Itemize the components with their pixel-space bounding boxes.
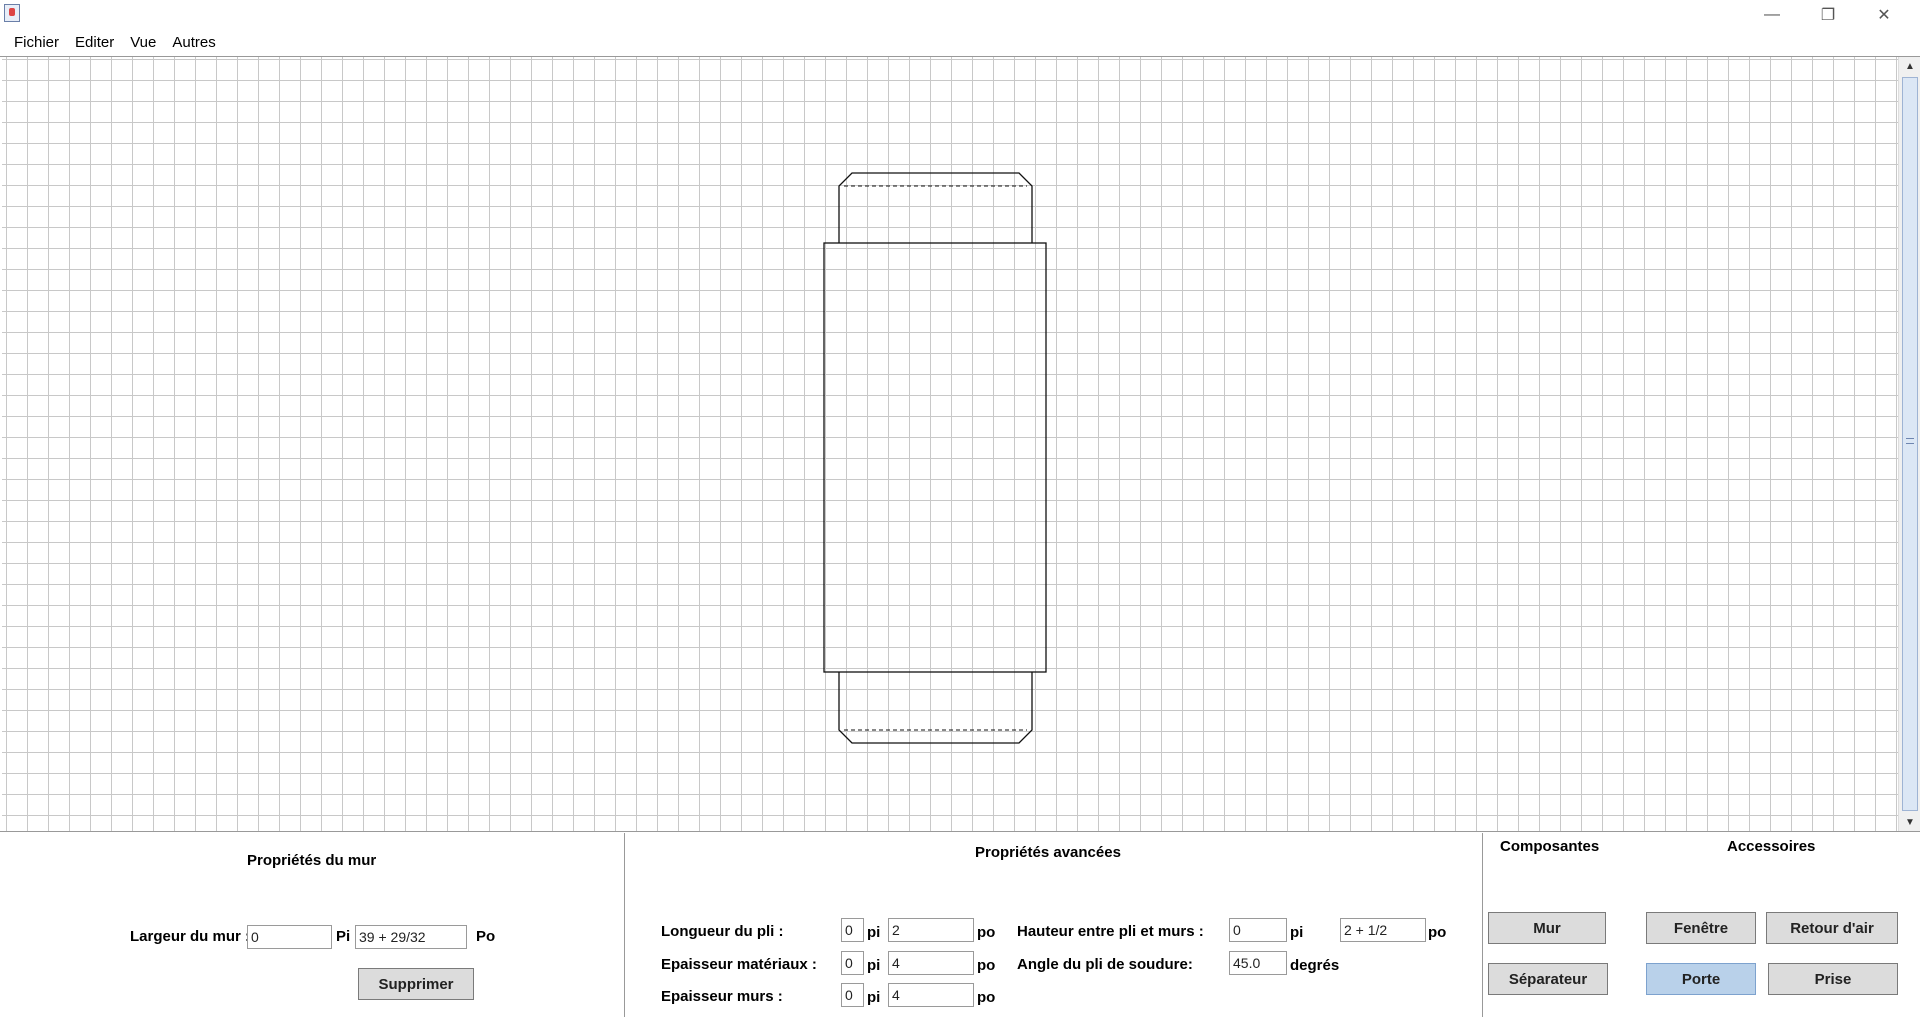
scroll-up-icon[interactable]: ▲ bbox=[1899, 57, 1920, 75]
top-fold-outline bbox=[839, 173, 849, 243]
height-pi-unit: pi bbox=[1290, 924, 1304, 941]
menu-bar: Fichier Editer Vue Autres bbox=[0, 30, 1920, 56]
height-pi-input[interactable] bbox=[1229, 918, 1287, 942]
pli-length-pi-unit: pi bbox=[867, 924, 881, 941]
wall-width-label: Largeur du mur : bbox=[130, 928, 251, 945]
fenetre-button[interactable]: Fenêtre bbox=[1646, 912, 1756, 944]
wall-width-pi-unit: Pi bbox=[336, 928, 351, 945]
title-bar: — ❐ ✕ bbox=[0, 0, 1920, 30]
advanced-properties-panel: Propriétés avancées Longueur du pli : pi… bbox=[625, 833, 1483, 1017]
wall-panel-title: Propriétés du mur bbox=[247, 852, 377, 869]
prise-button[interactable]: Prise bbox=[1768, 963, 1898, 995]
components-title: Composantes bbox=[1500, 838, 1600, 855]
top-fold bbox=[838, 172, 1033, 243]
material-thickness-pi-unit: pi bbox=[867, 957, 881, 974]
pli-length-label: Longueur du pli : bbox=[661, 923, 784, 940]
wall-properties-panel: Propriétés du mur Largeur du mur : Pi Po… bbox=[0, 833, 625, 1017]
close-icon[interactable]: ✕ bbox=[1856, 0, 1912, 30]
grid-canvas[interactable] bbox=[2, 57, 1898, 831]
wall-width-po-input[interactable] bbox=[355, 925, 467, 949]
porte-button[interactable]: Porte bbox=[1646, 963, 1756, 995]
height-po-input[interactable] bbox=[1340, 918, 1426, 942]
menu-fichier[interactable]: Fichier bbox=[6, 30, 67, 56]
delete-button[interactable]: Supprimer bbox=[358, 968, 474, 1000]
separateur-button[interactable]: Séparateur bbox=[1488, 963, 1608, 995]
drawing-area: ▲ ▼ bbox=[0, 56, 1920, 832]
wall-width-pi-input[interactable] bbox=[247, 925, 332, 949]
pli-length-po-unit: po bbox=[977, 924, 996, 941]
wall-width-po-unit: Po bbox=[476, 928, 496, 945]
menu-editer[interactable]: Editer bbox=[67, 30, 122, 56]
material-thickness-po-input[interactable] bbox=[888, 951, 974, 975]
advanced-panel-title: Propriétés avancées bbox=[975, 844, 1121, 861]
bottom-fold bbox=[838, 672, 1033, 744]
material-thickness-po-unit: po bbox=[977, 957, 996, 974]
menu-vue[interactable]: Vue bbox=[122, 30, 164, 56]
scroll-grip-icon bbox=[1906, 438, 1914, 444]
minimize-icon[interactable]: — bbox=[1744, 0, 1800, 30]
material-thickness-pi-input[interactable] bbox=[841, 951, 864, 975]
wall-thickness-po-unit: po bbox=[977, 989, 996, 1006]
accessories-title: Accessoires bbox=[1727, 838, 1816, 855]
scroll-thumb[interactable] bbox=[1902, 77, 1918, 811]
wall-thickness-pi-unit: pi bbox=[867, 989, 881, 1006]
mur-button[interactable]: Mur bbox=[1488, 912, 1606, 944]
retour-air-button[interactable]: Retour d'air bbox=[1766, 912, 1898, 944]
angle-input[interactable] bbox=[1229, 951, 1287, 975]
pli-length-po-input[interactable] bbox=[888, 918, 974, 942]
height-po-unit: po bbox=[1428, 924, 1447, 941]
components-panel: Composantes Accessoires Mur Séparateur F… bbox=[1483, 833, 1920, 1017]
material-thickness-label: Epaisseur matériaux : bbox=[661, 956, 817, 973]
wall-thickness-pi-input[interactable] bbox=[841, 983, 864, 1007]
angle-unit: degrés bbox=[1290, 957, 1340, 974]
scroll-down-icon[interactable]: ▼ bbox=[1899, 813, 1920, 831]
wall-body bbox=[823, 242, 1047, 673]
height-label: Hauteur entre pli et murs : bbox=[1017, 923, 1204, 940]
vertical-scrollbar[interactable]: ▲ ▼ bbox=[1898, 57, 1920, 831]
wall-thickness-po-input[interactable] bbox=[888, 983, 974, 1007]
pli-length-pi-input[interactable] bbox=[841, 918, 864, 942]
java-app-icon bbox=[4, 4, 20, 22]
restore-icon[interactable]: ❐ bbox=[1800, 0, 1856, 30]
wall-drawing[interactable] bbox=[2, 57, 1898, 831]
angle-label: Angle du pli de soudure: bbox=[1017, 956, 1193, 973]
menu-autres[interactable]: Autres bbox=[164, 30, 223, 56]
wall-thickness-label: Epaisseur murs : bbox=[661, 988, 783, 1005]
